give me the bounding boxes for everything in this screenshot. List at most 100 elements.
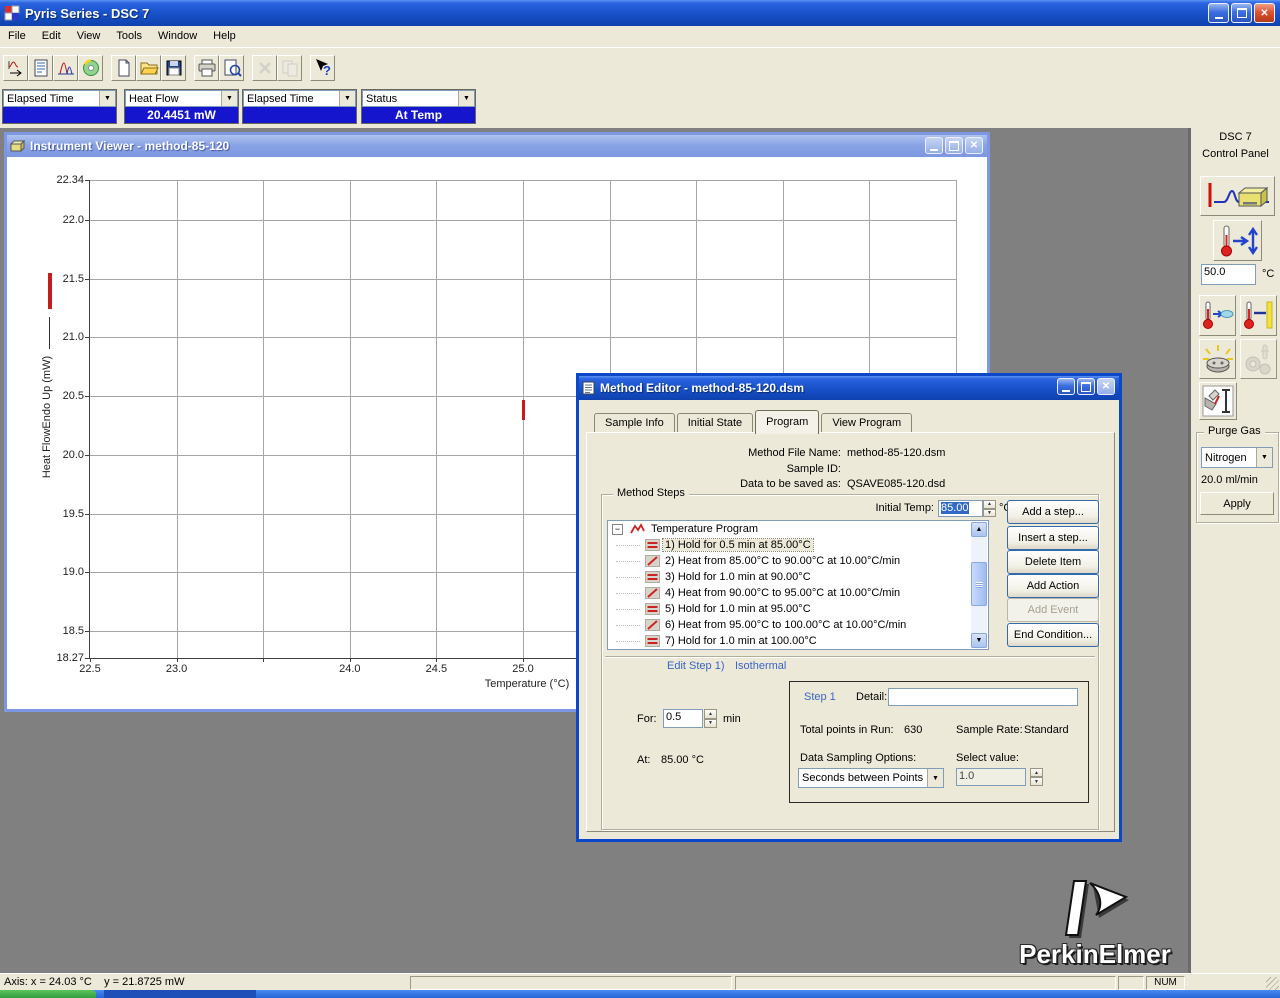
for-spinner[interactable] (704, 709, 717, 728)
method-step-row-1[interactable]: 1) Hold for 0.5 min at 85.00°C (608, 537, 988, 553)
initial-temp-label: Initial Temp: (809, 502, 934, 514)
sample-temp-button[interactable] (1199, 295, 1236, 336)
method-step-row-4[interactable]: 4) Heat from 90.00°C to 95.00°C at 10.00… (608, 585, 988, 601)
readout-value: 20.4451 mW (125, 107, 238, 123)
method-editor-titlebar[interactable]: Method Editor - method-85-120.dsm (579, 376, 1119, 400)
method-step-row-7[interactable]: 7) Hold for 1.0 min at 100.00°C (608, 633, 988, 649)
toolbar-data-analysis-button[interactable] (53, 55, 78, 81)
heat-step-icon (645, 619, 660, 631)
readout-selector[interactable]: Elapsed Time (243, 90, 356, 107)
menu-file[interactable]: File (0, 26, 34, 46)
apply-button[interactable]: Apply (1200, 492, 1274, 515)
spin-down-icon[interactable] (983, 509, 996, 518)
spin-up-icon[interactable] (1030, 768, 1043, 777)
viewer-minimize-button[interactable] (925, 137, 943, 154)
menu-tools[interactable]: Tools (108, 26, 150, 46)
toolbar-print-preview-button[interactable] (219, 55, 244, 81)
method-steps-list[interactable]: −Temperature Program1) Hold for 0.5 min … (607, 520, 989, 650)
num-indicator: NUM (1146, 976, 1185, 990)
method-step-label: 3) Hold for 1.0 min at 90.00°C (663, 571, 813, 583)
insert-a-step-button[interactable]: Insert a step... (1007, 526, 1099, 550)
y-gridline (90, 220, 956, 221)
detail-label: Detail: (856, 691, 887, 703)
y-tick-label: 22.34 (34, 174, 84, 186)
method-editor-icon (31, 58, 51, 78)
dropdown-arrow-icon[interactable] (458, 91, 474, 106)
expander-minus-icon[interactable]: − (612, 524, 623, 535)
spin-down-icon[interactable] (1030, 777, 1043, 786)
toolbar-help-pointer-button[interactable]: ? (310, 55, 335, 81)
tab-program[interactable]: Program (755, 410, 819, 434)
readout-selector[interactable]: Elapsed Time (3, 90, 116, 107)
dropdown-arrow-icon[interactable] (99, 91, 115, 106)
delete-item-button[interactable]: Delete Item (1007, 550, 1099, 574)
dropdown-arrow-icon[interactable] (339, 91, 355, 106)
tab-sample-info[interactable]: Sample Info (594, 413, 675, 433)
tab-strip: Sample InfoInitial StateProgramView Prog… (594, 409, 912, 433)
dialog-maximize-button[interactable] (1077, 378, 1095, 395)
menu-bar: FileEditViewToolsWindowHelp (0, 26, 1280, 48)
sampling-options-select[interactable]: Seconds between Points (798, 768, 944, 788)
run-method-button[interactable] (1200, 176, 1275, 216)
minimize-button[interactable] (1208, 3, 1229, 23)
maximize-button[interactable] (1231, 3, 1252, 23)
furnace-lamp-button[interactable] (1199, 339, 1236, 379)
tree-root-row[interactable]: −Temperature Program (608, 521, 988, 537)
toolbar-pyris-player-button[interactable] (78, 55, 103, 81)
for-field[interactable]: 0.5 (663, 709, 703, 728)
hold-temp-button[interactable] (1240, 295, 1277, 336)
spin-up-icon[interactable] (983, 500, 996, 509)
tab-view-program[interactable]: View Program (821, 413, 912, 433)
menu-view[interactable]: View (69, 26, 109, 46)
toolbar-method-editor-button[interactable] (28, 55, 53, 81)
method-file-name-row: Method File Name: method-85-120.dsm (579, 447, 1119, 461)
select-value-field[interactable]: 1.0 (956, 768, 1026, 786)
start-button-fragment[interactable] (0, 990, 96, 998)
method-step-row-5[interactable]: 5) Hold for 1.0 min at 95.00°C (608, 601, 988, 617)
dialog-minimize-button[interactable] (1057, 378, 1075, 395)
readout-selector[interactable]: Status (362, 90, 475, 107)
load-sample-button[interactable] (1199, 382, 1237, 420)
spin-up-icon[interactable] (704, 709, 717, 719)
viewer-close-button[interactable] (965, 137, 983, 154)
dialog-close-button[interactable] (1097, 378, 1115, 395)
menu-window[interactable]: Window (150, 26, 205, 46)
tab-initial-state[interactable]: Initial State (677, 413, 753, 433)
minimize-icon (930, 140, 938, 151)
resize-grip[interactable] (1266, 977, 1279, 990)
method-step-row-2[interactable]: 2) Heat from 85.00°C to 90.00°C at 10.00… (608, 553, 988, 569)
screen: { "titlebar": { "title": "Pyris Series -… (0, 0, 1280, 998)
select-value-spinner[interactable] (1030, 768, 1043, 786)
instrument-viewer-titlebar[interactable]: Instrument Viewer - method-85-120 (7, 135, 987, 157)
toolbar-new-file-button[interactable] (111, 55, 136, 81)
method-step-row-3[interactable]: 3) Hold for 1.0 min at 90.00°C (608, 569, 988, 585)
task-button-fragment[interactable] (104, 990, 256, 998)
dropdown-arrow-icon[interactable] (927, 769, 943, 787)
add-action-button[interactable]: Add Action (1007, 574, 1099, 598)
toolbar-instrument-viewer-button[interactable] (3, 55, 28, 81)
initial-temp-spinner[interactable] (983, 500, 996, 517)
menu-edit[interactable]: Edit (34, 26, 69, 46)
method-step-row-6[interactable]: 6) Heat from 95.00°C to 100.00°C at 10.0… (608, 617, 988, 633)
spin-down-icon[interactable] (704, 719, 717, 729)
toolbar-save-button[interactable] (161, 55, 186, 81)
readout-selector[interactable]: Heat Flow (125, 90, 238, 107)
close-button[interactable] (1254, 3, 1275, 23)
end-condition-button[interactable]: End Condition... (1007, 623, 1099, 647)
app-icon (4, 5, 20, 21)
initial-temp-field[interactable]: 85.00 (938, 500, 983, 517)
dropdown-arrow-icon[interactable] (1256, 448, 1272, 467)
goto-temp-button[interactable] (1213, 220, 1262, 261)
temp-setpoint-field[interactable]: 50.0 (1201, 264, 1256, 285)
toolbar-open-file-button[interactable] (136, 55, 161, 81)
sample-rate-value: Standard (1024, 724, 1069, 736)
add-a-step-button[interactable]: Add a step... (1007, 500, 1099, 524)
y-tick-label: 20.0 (34, 449, 84, 461)
viewer-maximize-button[interactable] (945, 137, 963, 154)
menu-help[interactable]: Help (205, 26, 244, 46)
dropdown-arrow-icon[interactable] (221, 91, 237, 106)
purge-gas-select[interactable]: Nitrogen (1201, 447, 1273, 468)
detail-field[interactable] (888, 688, 1078, 706)
toolbar: ? (0, 55, 1280, 83)
toolbar-print-button[interactable] (194, 55, 219, 81)
